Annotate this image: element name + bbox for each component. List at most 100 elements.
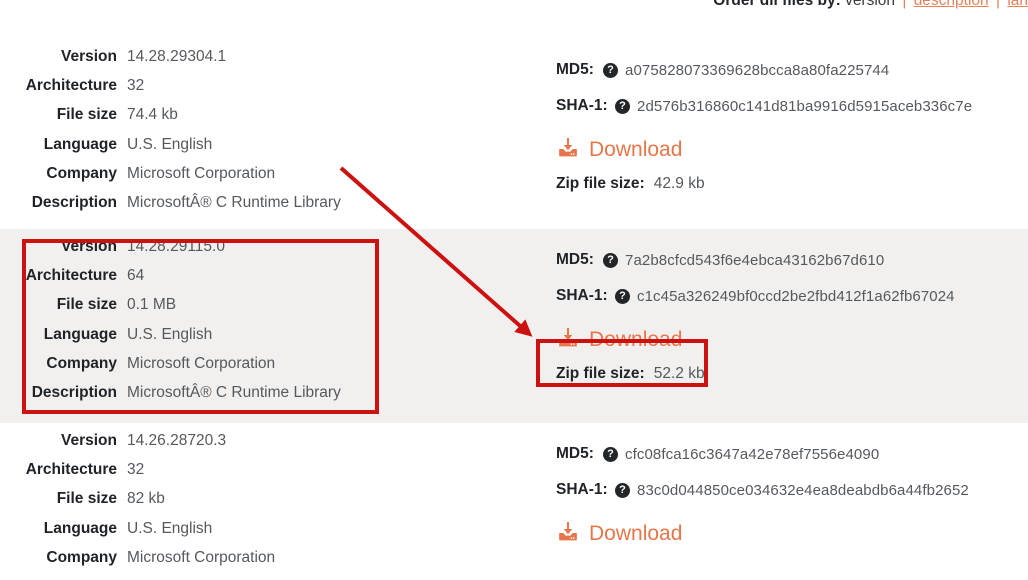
- detail-language: Language U.S. English: [0, 136, 341, 165]
- detail-label-file-size: File size: [56, 490, 117, 508]
- detail-value-architecture: 32: [127, 77, 145, 95]
- detail-value-file-size: 82 kb: [127, 490, 165, 508]
- sha1-label: SHA-1:: [556, 97, 608, 114]
- sha1-value: c1c45a326249bf0ccd2be2fbd412f1a62fb67024: [637, 287, 955, 305]
- detail-label-language: Language: [43, 135, 117, 153]
- detail-label-file-size: File size: [56, 106, 117, 124]
- sha1-row: SHA-1: ? c1c45a326249bf0ccd2be2fbd412f1a…: [556, 278, 955, 314]
- file-details: Version 14.26.28720.3 Architecture 32 Fi…: [0, 432, 275, 578]
- detail-file-size: File size 82 kb: [0, 490, 275, 519]
- detail-label-company: Company: [46, 164, 117, 182]
- detail-file-size: File size 0.1 MB: [0, 296, 341, 325]
- detail-label-version: Version: [61, 48, 117, 65]
- order-current-version: version: [845, 0, 896, 9]
- detail-value-company: Microsoft Corporation: [127, 164, 276, 182]
- detail-value-company: Microsoft Corporation: [127, 354, 276, 372]
- detail-label-language: Language: [43, 519, 117, 537]
- zip-file-size-label: Zip file size:: [556, 365, 645, 382]
- detail-value-architecture: 32: [127, 461, 145, 479]
- file-hashes: MD5: ? 7a2b8cfcd543f6e4ebca43162b67d610 …: [556, 242, 955, 383]
- sha1-value: 83c0d044850ce034632e4ea8deabdb6a44fb2652: [637, 481, 969, 499]
- detail-label-company: Company: [46, 354, 117, 372]
- detail-file-size: File size 74.4 kb: [0, 106, 341, 135]
- download-link[interactable]: Download: [556, 517, 969, 551]
- help-circle-icon[interactable]: ?: [603, 252, 618, 268]
- md5-label: MD5:: [556, 445, 594, 462]
- file-details: Version 14.28.29304.1 Architecture 32 Fi…: [0, 48, 341, 223]
- sha1-label: SHA-1:: [556, 287, 608, 304]
- detail-company: Company Microsoft Corporation: [0, 355, 341, 384]
- detail-value-language: U.S. English: [127, 325, 213, 343]
- download-label[interactable]: Download: [589, 328, 682, 352]
- zip-file-size-label: Zip file size:: [556, 175, 645, 192]
- file-hashes: MD5: ? cfc08fca16c3647a42e78ef7556e4090 …: [556, 436, 969, 551]
- file-details: Version 14.28.29115.0 Architecture 64 Fi…: [0, 238, 341, 413]
- help-circle-icon[interactable]: ?: [615, 98, 630, 114]
- md5-row: MD5: ? a075828073369628bcca8a80fa225744: [556, 52, 972, 88]
- file-hashes: MD5: ? a075828073369628bcca8a80fa225744 …: [556, 52, 972, 193]
- order-files-by-bar: Order dll files by: version | descriptio…: [0, 0, 1028, 14]
- detail-label-file-size: File size: [56, 296, 117, 314]
- download-label[interactable]: Download: [589, 522, 682, 546]
- detail-label-company: Company: [46, 548, 117, 566]
- detail-value-description: MicrosoftÂ® C Runtime Library: [127, 383, 341, 401]
- detail-value-architecture: 64: [127, 267, 145, 285]
- dll-row: Version 14.28.29115.0 Architecture 64 Fi…: [0, 229, 1028, 423]
- detail-version: Version 14.28.29115.0: [0, 238, 341, 267]
- order-separator-2: |: [995, 0, 1000, 9]
- detail-version: Version 14.28.29304.1: [0, 48, 341, 77]
- help-circle-icon[interactable]: ?: [615, 482, 630, 498]
- detail-label-version: Version: [61, 432, 117, 449]
- detail-value-language: U.S. English: [127, 135, 213, 153]
- zip-file-size-row: Zip file size: 52.2 kb: [556, 365, 955, 383]
- order-link-language[interactable]: lan: [1007, 0, 1028, 9]
- md5-value: 7a2b8cfcd543f6e4ebca43162b67d610: [625, 251, 885, 269]
- detail-label-architecture: Architecture: [25, 461, 117, 479]
- md5-row: MD5: ? cfc08fca16c3647a42e78ef7556e4090: [556, 436, 969, 472]
- detail-architecture: Architecture 64: [0, 267, 341, 296]
- zip-file-size-value: 52.2 kb: [653, 365, 705, 382]
- detail-description: Description MicrosoftÂ® C Runtime Librar…: [0, 384, 341, 413]
- detail-version: Version 14.26.28720.3: [0, 432, 275, 461]
- sha1-row: SHA-1: ? 2d576b316860c141d81ba9916d5915a…: [556, 88, 972, 124]
- detail-architecture: Architecture 32: [0, 461, 275, 490]
- dll-row: Version 14.28.29304.1 Architecture 32 Fi…: [0, 40, 1028, 229]
- detail-value-file-size: 0.1 MB: [127, 296, 177, 314]
- md5-value: a075828073369628bcca8a80fa225744: [625, 61, 890, 79]
- detail-value-version: 14.28.29304.1: [127, 48, 227, 65]
- help-circle-icon[interactable]: ?: [603, 62, 618, 78]
- md5-row: MD5: ? 7a2b8cfcd543f6e4ebca43162b67d610: [556, 242, 955, 278]
- md5-label: MD5:: [556, 251, 594, 268]
- detail-value-language: U.S. English: [127, 519, 213, 537]
- detail-language: Language U.S. English: [0, 326, 341, 355]
- detail-label-description: Description: [31, 193, 117, 211]
- download-link[interactable]: Download: [556, 133, 972, 167]
- download-link[interactable]: Download: [556, 323, 955, 357]
- detail-value-version: 14.26.28720.3: [127, 432, 227, 449]
- detail-description: Description MicrosoftÂ® C Runtime Librar…: [0, 194, 341, 223]
- help-circle-icon[interactable]: ?: [603, 446, 618, 462]
- detail-label-version: Version: [61, 238, 117, 255]
- help-circle-icon[interactable]: ?: [615, 288, 630, 304]
- detail-value-file-size: 74.4 kb: [127, 106, 178, 124]
- detail-value-version: 14.28.29115.0: [127, 238, 225, 255]
- zip-file-size-row: Zip file size: 42.9 kb: [556, 175, 972, 193]
- detail-language: Language U.S. English: [0, 520, 275, 549]
- detail-company: Company Microsoft Corporation: [0, 165, 341, 194]
- detail-value-company: Microsoft Corporation: [127, 548, 276, 566]
- md5-value: cfc08fca16c3647a42e78ef7556e4090: [625, 445, 880, 463]
- md5-label: MD5:: [556, 61, 594, 78]
- detail-company: Company Microsoft Corporation: [0, 549, 275, 578]
- download-icon: [556, 520, 580, 549]
- sha1-row: SHA-1: ? 83c0d044850ce034632e4ea8deabdb6…: [556, 472, 969, 508]
- sha1-label: SHA-1:: [556, 481, 608, 498]
- detail-label-description: Description: [31, 383, 117, 401]
- detail-architecture: Architecture 32: [0, 77, 341, 106]
- download-icon: [556, 326, 580, 355]
- download-label[interactable]: Download: [589, 138, 682, 162]
- zip-file-size-value: 42.9 kb: [653, 175, 705, 192]
- detail-label-architecture: Architecture: [25, 267, 117, 285]
- sha1-value: 2d576b316860c141d81ba9916d5915aceb336c7e: [637, 97, 973, 115]
- download-icon: [556, 136, 580, 165]
- order-link-description[interactable]: description: [914, 0, 989, 9]
